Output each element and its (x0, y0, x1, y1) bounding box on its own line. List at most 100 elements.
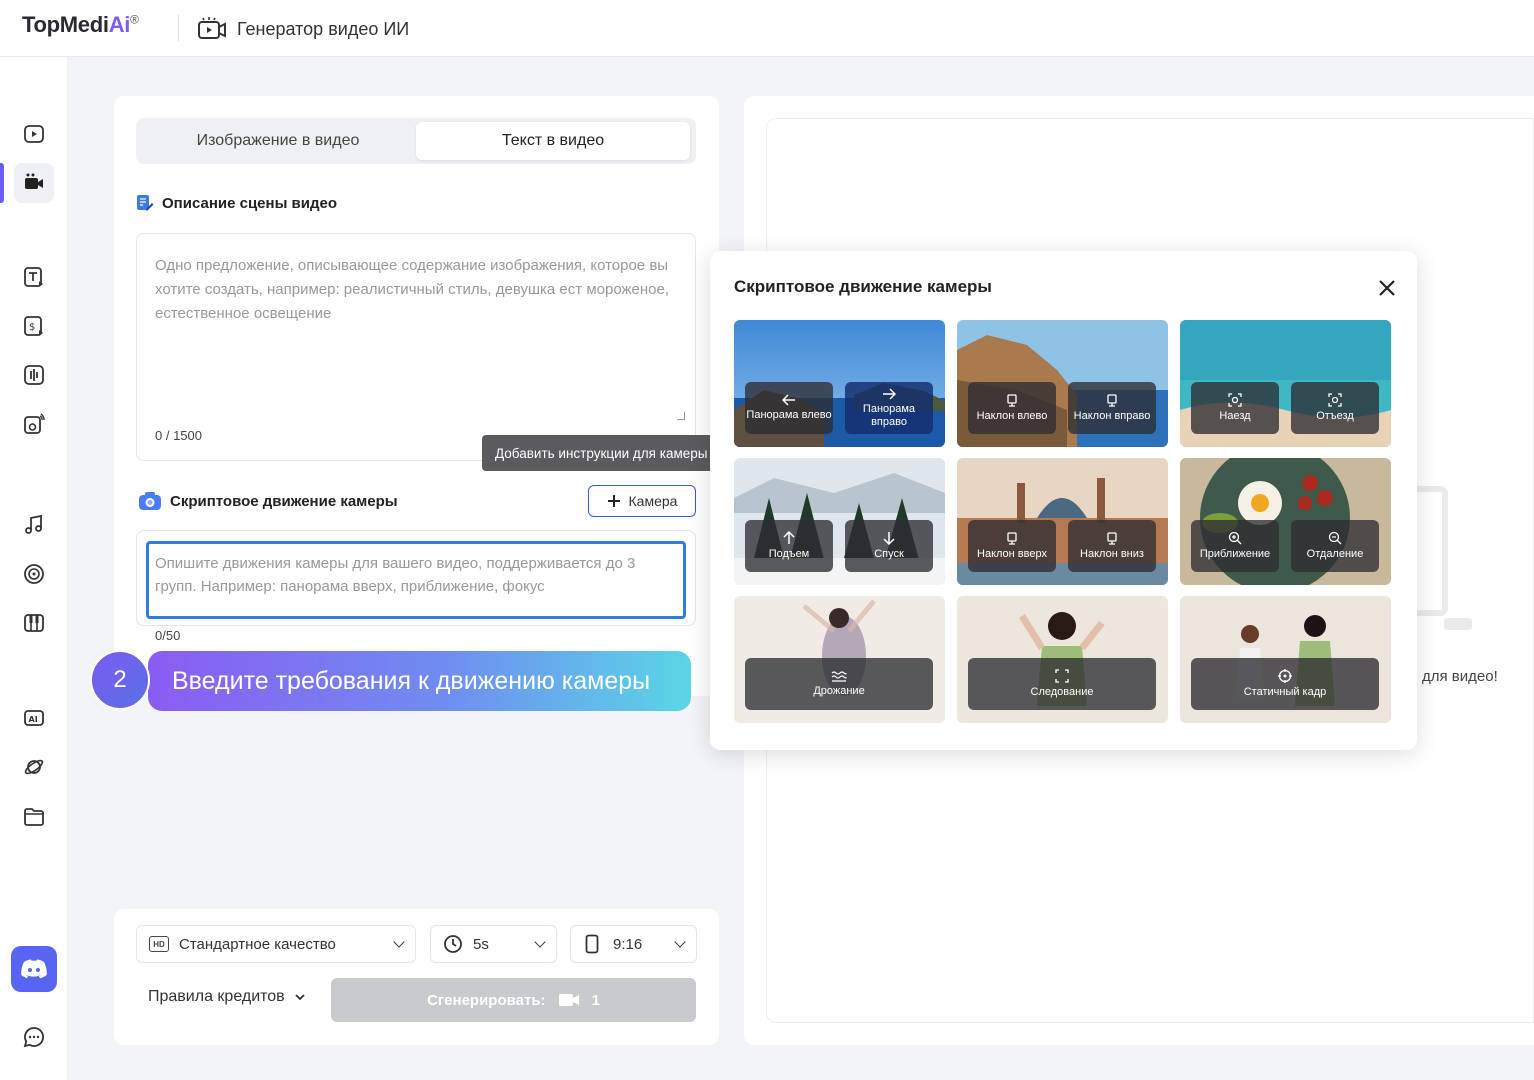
plus-icon (607, 495, 620, 507)
zoom-out-icon (1328, 531, 1342, 545)
guide-banner: Введите требования к движению камеры (148, 651, 691, 711)
focus-icon (1328, 393, 1342, 407)
camera-video-icon[interactable] (14, 163, 54, 203)
motion-card-shake: Дрожание (734, 596, 945, 723)
voice-icon[interactable] (14, 355, 54, 395)
tab-image-to-video[interactable]: Изображение в видео (140, 122, 416, 160)
camera-title-text: Скриптовое движение камеры (170, 492, 398, 510)
arrow-right-icon (883, 387, 896, 400)
active-indicator (0, 163, 4, 203)
motion-card-tilt-vertical: Наклон вверх Наклон вниз (957, 458, 1168, 585)
hd-icon: HD (149, 936, 169, 952)
vinyl-icon[interactable] (14, 554, 54, 594)
motion-card-dolly: Наезд Отъезд (1180, 320, 1391, 447)
option-crane-down[interactable]: Спуск (845, 520, 933, 572)
sidebar: $ AI (0, 57, 68, 1080)
popup-title: Скриптовое движение камеры (734, 277, 992, 296)
motion-card-pan: Панорама влево Панорама вправо (734, 320, 945, 447)
video-generator-icon (198, 17, 226, 39)
option-label: Следование (1030, 686, 1094, 698)
speaker-icon[interactable] (14, 404, 54, 444)
duration-select[interactable]: 5s (430, 925, 557, 963)
option-dolly-out[interactable]: Отъезд (1291, 382, 1379, 434)
option-static[interactable]: Статичный кадр (1191, 658, 1379, 710)
phone-ratio-icon (585, 934, 599, 954)
option-pan-left[interactable]: Панорама влево (745, 382, 833, 434)
clock-icon (444, 935, 462, 953)
quality-select[interactable]: HD Стандартное качество (136, 925, 416, 963)
arrow-down-icon (883, 532, 895, 545)
credits-label: Правила кредитов (148, 988, 285, 1005)
logo[interactable]: TopMediAi® (22, 12, 139, 38)
option-shake[interactable]: Дрожание (745, 658, 933, 710)
option-label: Отдаление (1306, 548, 1364, 560)
option-label: Наклон вверх (977, 548, 1047, 560)
aspect-ratio-select[interactable]: 9:16 (570, 925, 697, 963)
option-label: Статичный кадр (1243, 686, 1327, 698)
scene-placeholder: Одно предложение, описывающее содержание… (155, 257, 669, 322)
option-pan-right[interactable]: Панорама вправо (845, 382, 933, 434)
credits-rules-link[interactable]: Правила кредитов (148, 988, 305, 1006)
scene-description-input[interactable]: Одно предложение, описывающее содержание… (136, 233, 696, 461)
option-follow[interactable]: Следование (968, 658, 1156, 710)
logo-reg: ® (130, 12, 139, 27)
option-label: Подъем (768, 548, 810, 560)
ai-icon[interactable]: AI (14, 698, 54, 738)
app-title-text: Генератор видео ИИ (237, 18, 410, 39)
motion-card-crane: Подъем Спуск (734, 458, 945, 585)
folder-icon[interactable] (14, 797, 54, 837)
add-camera-button[interactable]: Камера (588, 485, 696, 517)
camera-section-title: Скриптовое движение камеры (138, 491, 398, 511)
resize-handle[interactable] (677, 412, 685, 420)
scene-section-title: Описание сцены видео (136, 194, 337, 212)
generate-button[interactable]: Сгенерировать: 1 (331, 978, 696, 1022)
option-zoom-out[interactable]: Отдаление (1291, 520, 1379, 572)
static-icon (1278, 669, 1292, 683)
option-tilt-up[interactable]: Наклон вверх (968, 520, 1056, 572)
chat-icon[interactable] (14, 1017, 54, 1057)
option-label: Наклон влево (976, 410, 1048, 422)
option-label: Дрожание (813, 685, 865, 697)
camera-counter: 0/50 (155, 628, 181, 643)
option-label: Отъезд (1316, 410, 1354, 422)
guide-text: Введите требования к движению камеры (172, 666, 651, 695)
camera-motion-grid: Панорама влево Панорама вправо Наклон вл… (734, 320, 1391, 723)
motion-card-follow: Следование (957, 596, 1168, 723)
zoom-in-icon (1228, 531, 1242, 545)
motion-card-zoom: Приближение Отдаление (1180, 458, 1391, 585)
video-camera-icon (558, 994, 579, 1006)
preview-hint: для видео! (1422, 668, 1498, 685)
option-tilt-left[interactable]: Наклон влево (968, 382, 1056, 434)
duration-value: 5s (473, 935, 489, 953)
dollar-icon[interactable]: $ (14, 306, 54, 346)
arrow-up-icon (783, 531, 795, 544)
discord-icon[interactable] (11, 946, 57, 992)
logo-ai: Ai (108, 12, 131, 37)
video-icon[interactable] (14, 114, 54, 154)
option-label: Наклон вниз (1080, 548, 1144, 560)
camera-tooltip: Добавить инструкции для камеры (482, 435, 714, 471)
music-icon[interactable] (14, 505, 54, 545)
option-tilt-right[interactable]: Наклон вправо (1068, 382, 1156, 434)
option-label: Панорама влево (746, 409, 832, 421)
camera-motion-input[interactable]: Опишите движения камеры для вашего видео… (146, 541, 686, 619)
option-label: Наклон вправо (1073, 410, 1151, 422)
option-tilt-down[interactable]: Наклон вниз (1068, 520, 1156, 572)
motion-card-tilt-side: Наклон влево Наклон вправо (957, 320, 1168, 447)
shake-icon (831, 671, 847, 682)
step-badge: 2 (90, 650, 150, 710)
option-zoom-in[interactable]: Приближение (1191, 520, 1279, 572)
option-crane-up[interactable]: Подъем (745, 520, 833, 572)
text-icon[interactable] (14, 257, 54, 297)
scene-title-text: Описание сцены видео (162, 194, 338, 212)
tab-text-to-video[interactable]: Текст в видео (416, 122, 690, 160)
camera-button-label: Камера (628, 493, 678, 509)
planet-icon[interactable] (14, 747, 54, 787)
follow-icon (1055, 669, 1069, 683)
option-dolly-in[interactable]: Наезд (1191, 382, 1279, 434)
option-label: Панорама вправо (862, 402, 916, 428)
focus-icon (1228, 393, 1242, 407)
close-icon[interactable] (1377, 278, 1397, 298)
arrow-left-icon (782, 394, 795, 406)
piano-icon[interactable] (14, 603, 54, 643)
